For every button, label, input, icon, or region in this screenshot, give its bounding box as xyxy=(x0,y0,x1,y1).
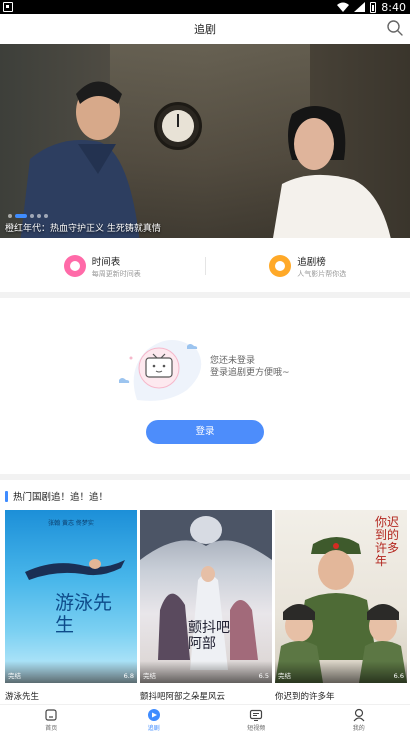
status-bar: 8:40 xyxy=(0,0,410,14)
battery-icon xyxy=(370,1,377,13)
status-time: 8:40 xyxy=(381,0,406,14)
banner-clock-image xyxy=(154,102,202,150)
drama-card[interactable]: 颤抖吧阿部 完结 6.5 颤抖吧阿部之朵星风云 xyxy=(140,510,272,702)
section-header: 热门国剧追！追！追！ xyxy=(5,490,109,503)
tab-label: 首页 xyxy=(45,724,58,732)
tab-follow[interactable]: 追剧 xyxy=(103,705,206,734)
section-separator xyxy=(0,474,410,480)
tab-label: 我的 xyxy=(352,724,365,732)
drama-status-tag: 完结 xyxy=(8,672,21,680)
drama-name[interactable]: 你迟到的许多年 xyxy=(275,690,407,702)
page-title: 追剧 xyxy=(194,23,216,36)
swimmer-image xyxy=(25,559,125,580)
login-message-line1: 您还未登录 xyxy=(210,356,256,366)
ranking-icon xyxy=(269,255,292,277)
drama-name[interactable]: 游泳先生 xyxy=(5,690,137,702)
login-prompt: 您还未登录 登录追剧更方便哦~ 登录 xyxy=(0,300,410,472)
tab-label: 短视频 xyxy=(247,724,266,732)
search-icon[interactable] xyxy=(386,19,404,37)
drama-poster[interactable]: 你迟到的许多年 完结 6.6 xyxy=(275,510,407,683)
drama-card[interactable]: 你迟到的许多年 完结 6.6 你迟到的许多年 xyxy=(275,510,407,702)
tab-home[interactable]: 首页 xyxy=(0,705,103,734)
signal-icon xyxy=(354,2,366,12)
drama-score: 6.8 xyxy=(123,672,134,680)
notification-icon xyxy=(3,2,13,12)
carousel-dot[interactable] xyxy=(8,214,12,218)
wifi-icon xyxy=(337,2,350,12)
fantasy-scene-image xyxy=(140,510,272,670)
carousel-dot-active[interactable] xyxy=(15,214,27,218)
login-message: 您还未登录 登录追剧更方便哦~ xyxy=(210,355,290,379)
tv-illustration-icon xyxy=(119,340,202,401)
ranking-title: 追剧榜 xyxy=(297,256,326,268)
profile-icon xyxy=(353,708,365,721)
poster-cast: 张翰 黄志 佟梦实 xyxy=(48,520,94,527)
poster-title: 游泳先生 xyxy=(55,592,113,636)
carousel-dot[interactable] xyxy=(30,214,34,218)
drama-card[interactable]: 张翰 黄志 佟梦实 游泳先生 完结 6.8 游泳先生 xyxy=(5,510,137,702)
schedule-link[interactable]: 时间表 每周更新时间表 xyxy=(0,243,205,289)
drama-poster[interactable]: 颤抖吧阿部 完结 6.5 xyxy=(140,510,272,683)
schedule-title: 时间表 xyxy=(91,256,121,268)
login-message-line2: 登录追剧更方便哦~ xyxy=(210,368,290,378)
banner-man-image xyxy=(20,81,140,238)
carousel-dot[interactable] xyxy=(44,214,48,218)
drama-poster[interactable]: 张翰 黄志 佟梦实 游泳先生 完结 6.8 xyxy=(5,510,137,683)
drama-list: 张翰 黄志 佟梦实 游泳先生 完结 6.8 游泳先生 颤抖吧阿部 完结 6.5 … xyxy=(5,510,407,702)
drama-status-tag: 完结 xyxy=(143,672,156,680)
tab-profile[interactable]: 我的 xyxy=(308,705,410,734)
banner-caption: 橙红年代：热血守护正义 生死铸就真情 xyxy=(5,224,161,234)
app-header: 追剧 xyxy=(0,14,410,44)
drama-status-tag: 完结 xyxy=(278,672,291,680)
ranking-link[interactable]: 追剧榜 人气影片帮你选 xyxy=(206,243,410,289)
carousel-dot[interactable] xyxy=(37,214,41,218)
follow-drama-icon xyxy=(147,708,160,721)
poster-title: 颤抖吧阿部 xyxy=(188,620,230,652)
section-separator xyxy=(0,292,410,298)
carousel-indicator xyxy=(8,214,48,218)
drama-score: 6.5 xyxy=(258,672,269,680)
tab-short-video[interactable]: 短视频 xyxy=(205,705,308,734)
schedule-icon xyxy=(63,255,86,277)
section-accent-bar xyxy=(5,490,8,502)
schedule-subtitle: 每周更新时间表 xyxy=(91,269,141,278)
ranking-subtitle: 人气影片帮你选 xyxy=(297,269,347,278)
quick-links: 时间表 每周更新时间表 追剧榜 人气影片帮你选 xyxy=(0,243,410,289)
banner-woman-image xyxy=(273,106,391,238)
section-title: 热门国剧追！追！追！ xyxy=(13,492,109,503)
bottom-tab-bar: 首页 追剧 短视频 我的 xyxy=(0,704,410,734)
home-icon xyxy=(45,708,57,721)
tab-label: 追剧 xyxy=(147,724,160,732)
drama-name[interactable]: 颤抖吧阿部之朵星风云 xyxy=(140,690,272,702)
drama-score: 6.6 xyxy=(393,672,404,680)
login-button[interactable]: 登录 xyxy=(146,420,264,444)
short-video-icon xyxy=(250,709,263,721)
banner-carousel[interactable]: 橙红年代：热血守护正义 生死铸就真情 xyxy=(0,44,410,238)
